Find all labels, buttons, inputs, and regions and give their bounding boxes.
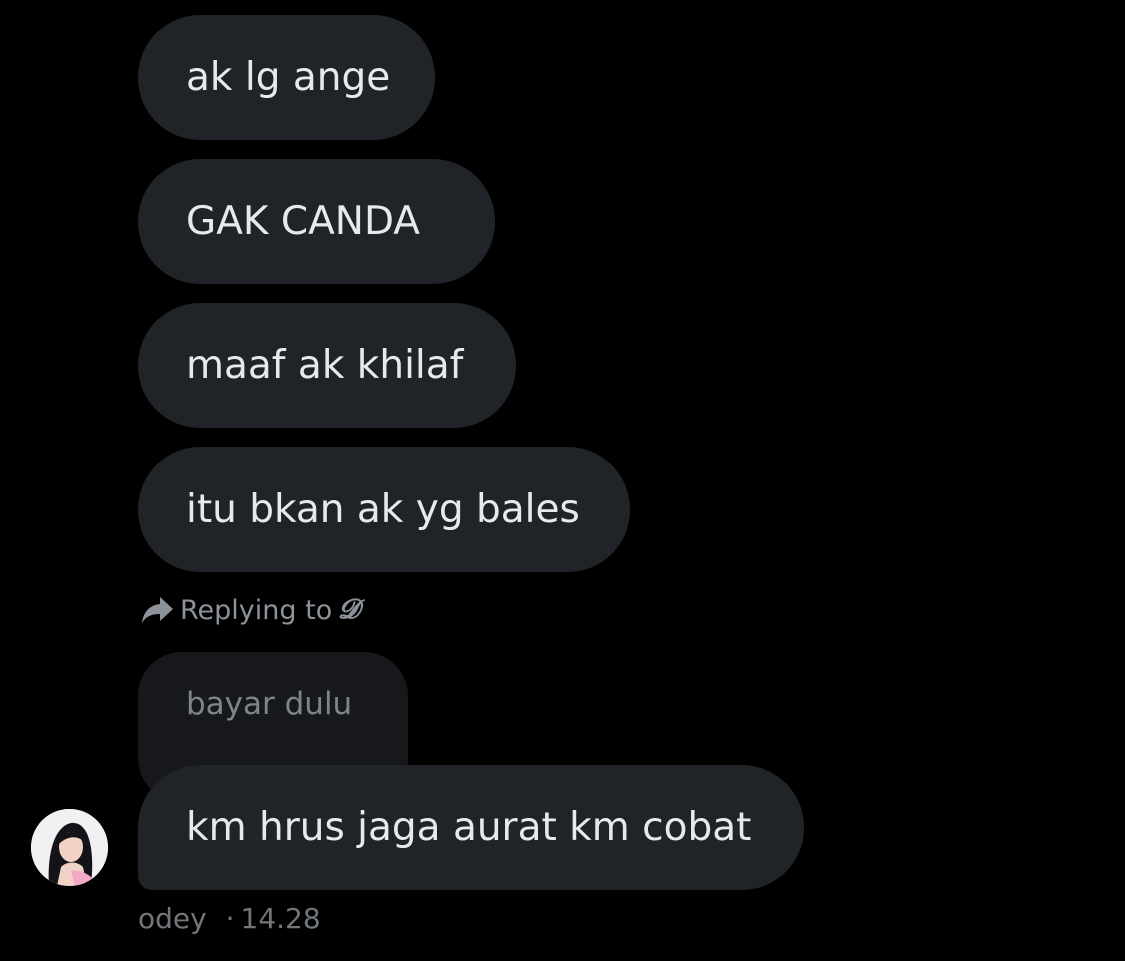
message-text: ak lg ange — [186, 55, 391, 100]
message-text: maaf ak khilaf — [186, 343, 464, 388]
reply-arrow-icon — [142, 597, 173, 623]
message-text: itu bkan ak yg bales — [186, 487, 580, 532]
separator: · — [225, 902, 235, 935]
sender-name: odey — [138, 902, 207, 935]
message-bubble[interactable]: ak lg ange — [138, 15, 435, 140]
message-bubble[interactable]: km hrus jaga aurat km cobat — [138, 765, 804, 890]
message-meta: odey · 14.28 — [138, 902, 321, 935]
message-bubble[interactable]: GAK CANDA — [138, 159, 495, 284]
replied-user-name: 𝓓 — [338, 594, 359, 625]
avatar[interactable] — [31, 809, 108, 886]
message-bubble[interactable]: maaf ak khilaf — [138, 303, 516, 428]
replying-to-label: Replying to — [180, 594, 333, 626]
avatar-image — [31, 809, 108, 886]
message-text: GAK CANDA — [186, 199, 420, 244]
message-bubble[interactable]: itu bkan ak yg bales — [138, 447, 630, 572]
replying-to-indicator[interactable]: Replying to 𝓓 — [140, 590, 359, 630]
message-time: 14.28 — [240, 902, 321, 935]
quoted-message-text: bayar dulu — [186, 686, 353, 722]
message-text: km hrus jaga aurat km cobat — [186, 805, 752, 850]
